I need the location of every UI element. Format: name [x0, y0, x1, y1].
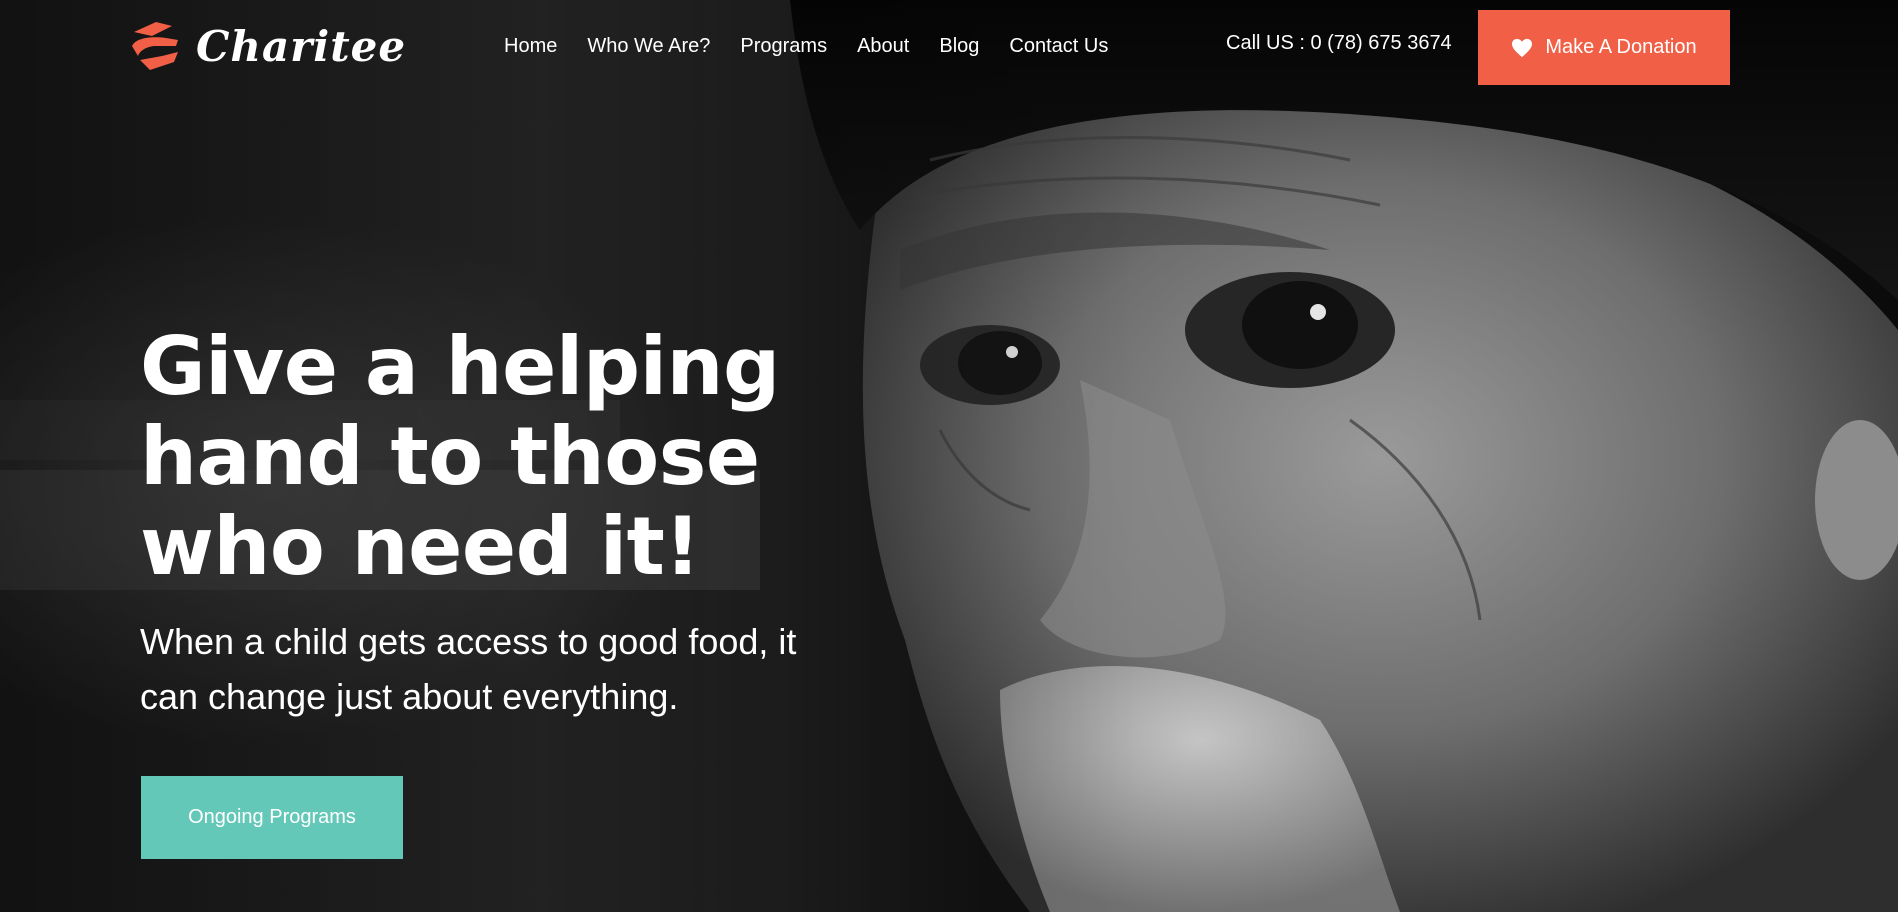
brand-name: Charitee: [196, 21, 407, 71]
nav-item-contact-us[interactable]: Contact Us: [1009, 35, 1108, 58]
hero-headline: Give a helping hand to those who need it…: [140, 320, 780, 593]
hero-section: Charitee Home Who We Are? Programs About…: [0, 0, 1898, 912]
main-nav: Home Who We Are? Programs About Blog Con…: [504, 30, 1108, 62]
hero-subtext: When a child gets access to good food, i…: [140, 621, 797, 717]
heart-icon: [1512, 38, 1533, 57]
hand-heart-logo-icon: [132, 22, 178, 70]
make-donation-button[interactable]: Make A Donation: [1478, 10, 1730, 85]
brand-logo[interactable]: Charitee: [126, 14, 406, 78]
nav-item-blog[interactable]: Blog: [939, 35, 979, 58]
nav-item-home[interactable]: Home: [504, 35, 557, 58]
make-donation-label: Make A Donation: [1545, 36, 1697, 58]
nav-item-about[interactable]: About: [857, 35, 909, 58]
nav-item-programs[interactable]: Programs: [740, 35, 827, 58]
call-us-text: Call US : 0 (78) 675 3674: [1226, 32, 1452, 54]
ongoing-programs-button[interactable]: Ongoing Programs: [141, 776, 403, 859]
nav-item-who-we-are[interactable]: Who We Are?: [587, 35, 710, 58]
